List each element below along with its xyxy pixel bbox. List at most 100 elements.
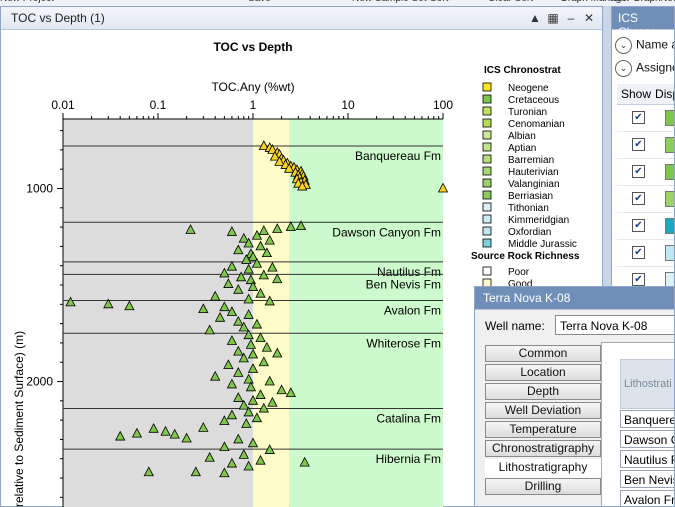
- background-toolbar-item: New Project: [0, 0, 54, 4]
- legend-swatch: [482, 202, 492, 212]
- background-toolbar-item: Save: [248, 0, 271, 4]
- legend-swatch: [482, 166, 492, 176]
- legend-swatch: [482, 266, 492, 276]
- pin-icon[interactable]: ▲: [527, 10, 543, 26]
- display-color-swatch[interactable]: [665, 191, 674, 207]
- ics-chronostrat-window: ICS Chrono ⌄ Name a ⌄ Assigne ShowDisp ✔ ✔ ✔…: [611, 6, 675, 296]
- chevron-down-icon[interactable]: ⌄: [615, 37, 632, 54]
- legend-item: Cenomanian: [508, 119, 565, 130]
- grid-icon[interactable]: ▦: [545, 10, 561, 26]
- ics-assigned-row[interactable]: ⌄ Assigne: [612, 60, 675, 77]
- legend-swatch: [482, 178, 492, 188]
- x-tick-label: 1: [250, 98, 257, 112]
- terra-nova-window: Terra Nova K-08 Well name: Terra Nova K-…: [474, 286, 675, 507]
- show-checkbox[interactable]: ✔: [632, 219, 645, 232]
- background-toolbar-item: Sort: [430, 0, 448, 4]
- legend-item: Cretaceous: [508, 95, 559, 106]
- y-tick-label: 1000: [26, 181, 53, 195]
- show-checkbox[interactable]: ✔: [632, 111, 645, 124]
- legend-swatch: [482, 190, 492, 200]
- show-checkbox[interactable]: ✔: [632, 165, 645, 178]
- ics-table-row[interactable]: ✔: [617, 186, 674, 213]
- chevron-down-icon[interactable]: ⌄: [615, 60, 632, 77]
- background-toolbar-item: New Palette: [660, 0, 675, 4]
- legend-item: Middle Jurassic: [508, 239, 577, 250]
- nav-button-well-deviation[interactable]: Well Deviation: [485, 402, 601, 419]
- background-toolbar-item: New Graph: [610, 0, 661, 4]
- litho-table-cell[interactable]: Dawson C: [620, 430, 674, 448]
- show-checkbox[interactable]: ✔: [632, 273, 645, 286]
- ics-table-row[interactable]: ✔: [617, 213, 674, 240]
- display-color-swatch[interactable]: [665, 137, 674, 153]
- legend-swatch: [482, 118, 492, 128]
- nav-button-chronostratigraphy[interactable]: Chronostratigraphy: [485, 440, 601, 457]
- nav-button-location[interactable]: Location: [485, 364, 601, 381]
- legend-swatch: [482, 238, 492, 248]
- formation-label: Hibernia Fm: [376, 452, 441, 466]
- background-toolbar-item: New Sample Set: [352, 0, 426, 4]
- litho-table-cell[interactable]: Ben Nevis: [620, 470, 674, 488]
- ics-window-titlebar[interactable]: ICS Chrono: [612, 7, 674, 39]
- well-name-field[interactable]: Terra Nova K-08: [555, 315, 674, 335]
- display-color-swatch[interactable]: [665, 245, 674, 261]
- legend-item: Hauterivian: [508, 167, 559, 178]
- legend-item: Oxfordian: [508, 227, 551, 238]
- legend-item: Albian: [508, 131, 536, 142]
- well-name-label: Well name:: [485, 319, 545, 333]
- show-checkbox[interactable]: ✔: [632, 192, 645, 205]
- ics-table-row[interactable]: ✔: [617, 240, 674, 267]
- nav-button-temperature[interactable]: Temperature: [485, 421, 601, 438]
- formation-label: Whiterose Fm: [366, 336, 441, 350]
- x-axis-label: TOC.Any (%wt): [211, 80, 294, 94]
- terra-window-titlebar[interactable]: Terra Nova K-08: [475, 287, 674, 310]
- nav-button-drilling[interactable]: Drilling: [485, 478, 601, 495]
- nav-button-depth[interactable]: Depth: [485, 383, 601, 400]
- background-toolbar-item: Clear Sort: [488, 0, 533, 4]
- litho-table-header: Lithostrati: [620, 359, 674, 409]
- terra-window-title: Terra Nova K-08: [483, 291, 571, 305]
- col-show: Show: [621, 87, 652, 101]
- legend-item: Tithonian: [508, 203, 549, 214]
- litho-table-cell[interactable]: Avalon Fr: [620, 490, 674, 506]
- ics-window-title: ICS Chrono: [618, 11, 658, 39]
- y-tick-label: 2000: [26, 375, 53, 389]
- legend-swatch: [482, 154, 492, 164]
- formation-label: Avalon Fm: [384, 303, 441, 317]
- legend-swatch: [482, 142, 492, 152]
- legend-item: Kimmeridgian: [508, 215, 569, 226]
- ics-table-row[interactable]: ✔: [617, 105, 674, 132]
- ics-assigned-label: Assigne: [636, 60, 675, 75]
- legend-item: Barremian: [508, 155, 554, 166]
- nav-button-lithostratigraphy[interactable]: Lithostratigraphy: [485, 459, 601, 479]
- ics-name-label: Name a: [636, 37, 675, 52]
- toc-window-title: TOC vs Depth (1): [11, 11, 105, 25]
- ics-name-row[interactable]: ⌄ Name a: [612, 37, 675, 54]
- show-checkbox[interactable]: ✔: [632, 138, 645, 151]
- formation-label: Catalina Fm: [376, 412, 441, 426]
- legend-title-richness: Source Rock Richness: [471, 251, 580, 262]
- litho-table-cell[interactable]: Banquere: [620, 410, 674, 428]
- litho-table-cell[interactable]: Nautilus F: [620, 450, 674, 468]
- legend-item: Berriasian: [508, 191, 553, 202]
- nav-button-common[interactable]: Common: [485, 345, 601, 362]
- show-checkbox[interactable]: ✔: [632, 246, 645, 259]
- display-color-swatch[interactable]: [665, 164, 674, 180]
- display-color-swatch[interactable]: [665, 110, 674, 126]
- minimize-icon[interactable]: –: [563, 10, 579, 26]
- ics-table-row[interactable]: ✔: [617, 159, 674, 186]
- display-color-swatch[interactable]: [665, 218, 674, 234]
- y-axis-label: relative to Sediment Surface) (m): [12, 331, 26, 507]
- close-icon[interactable]: ✕: [581, 10, 597, 26]
- toc-window-titlebar[interactable]: TOC vs Depth (1) ▲ ▦ – ✕: [1, 7, 602, 30]
- legend-title-chronostrat: ICS Chronostrat: [484, 65, 561, 76]
- legend-item: Aptian: [508, 143, 536, 154]
- legend-item: Valanginian: [508, 179, 560, 190]
- ics-table: ShowDisp ✔ ✔ ✔ ✔ ✔ ✔ ✔: [617, 84, 674, 294]
- legend-item: Turonian: [508, 107, 547, 118]
- legend-swatch: [482, 94, 492, 104]
- legend-swatch: [482, 130, 492, 140]
- legend-item: Neogene: [508, 83, 549, 94]
- ics-table-row[interactable]: ✔: [617, 132, 674, 159]
- formation-label: Ben Nevis Fm: [366, 277, 441, 291]
- col-display: Disp: [655, 87, 674, 101]
